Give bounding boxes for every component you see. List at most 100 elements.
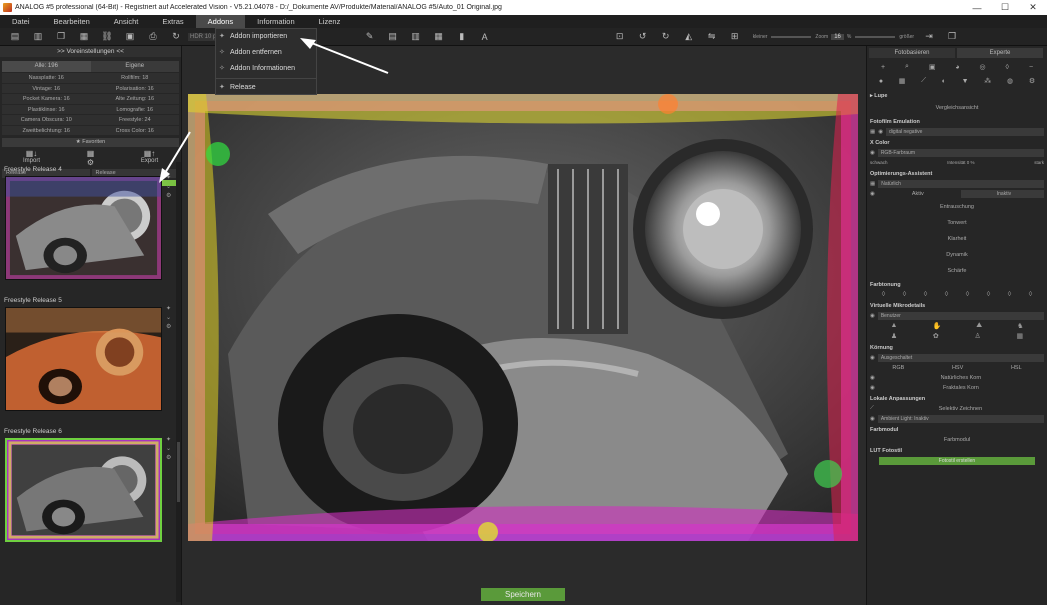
window-icon[interactable]: ❐ (944, 30, 960, 44)
stack-icon[interactable]: ▤ (385, 30, 401, 44)
sphere-icon[interactable]: ● (879, 78, 883, 85)
color-wheel-icon[interactable]: ◐ (942, 78, 946, 85)
menu-extras[interactable]: Extras (150, 15, 195, 28)
eye-icon[interactable]: ◉ (870, 375, 875, 381)
batch-icon[interactable]: ▦ (76, 30, 92, 44)
natural-grain-label[interactable]: Natürliches Korn (878, 375, 1044, 381)
thumbnail-item[interactable]: Freestyle Release 5 ✦ ⌄ ⚙ (0, 293, 176, 424)
tab-experte[interactable]: Experte (957, 48, 1043, 58)
preset-category[interactable]: Rollfilm: 18 (90, 73, 179, 84)
preset-category[interactable]: Pocket Kamera: 16 (2, 94, 91, 105)
compare-view-button[interactable]: Vergleichsansicht (867, 100, 1047, 116)
opt-tone[interactable]: Tonwert (867, 215, 1047, 231)
settings-icon[interactable]: ⚙ (1029, 77, 1035, 85)
hand-icon[interactable]: ✋ (932, 322, 941, 330)
thumbnail-scrollbar[interactable] (176, 162, 181, 602)
animal-icon[interactable]: ♞ (1017, 322, 1023, 330)
film-icon[interactable]: ▦ (899, 77, 906, 85)
thumbnail-item-selected[interactable]: Freestyle Release 6 ✦ ⌄ ⚙ (0, 424, 176, 555)
grid-icon[interactable]: ▦ (431, 30, 447, 44)
tab-own[interactable]: Eigene (90, 61, 179, 72)
tab-fotobasieren[interactable]: Fotobasieren (869, 48, 955, 58)
brush-icon[interactable]: ✎ (362, 30, 378, 44)
menu-item-release[interactable]: ✦ Release (216, 80, 316, 96)
save-button[interactable]: Speichern (481, 588, 565, 601)
person-icon[interactable]: ♙ (974, 332, 980, 340)
save-icon[interactable]: ▣ (122, 30, 138, 44)
menu-item-addon-info[interactable]: ✧ Addon Informationen (216, 61, 316, 77)
flip-icon[interactable]: ◭ (681, 30, 697, 44)
farbmodul-button[interactable]: Farbmodul (870, 437, 1044, 443)
preset-category[interactable]: Freestyle: 24 (90, 115, 179, 126)
main-photo[interactable] (188, 94, 858, 541)
drop-icon[interactable]: ◊ (903, 291, 906, 298)
eye-icon[interactable]: ◉ (870, 191, 875, 197)
eye-icon[interactable]: ◉ (870, 313, 875, 319)
opt-clarity[interactable]: Klarheit (867, 231, 1047, 247)
text-icon[interactable]: A (477, 30, 493, 44)
thumbnail-actions[interactable]: ✦ ⌄ ⚙ (166, 436, 171, 463)
export-icon[interactable]: ⇥ (921, 30, 937, 44)
drop-icon[interactable]: ◊ (1006, 64, 1009, 71)
layers-icon[interactable]: ▥ (408, 30, 424, 44)
selective-draw-label[interactable]: Selektiv Zeichnen (877, 406, 1044, 412)
node-icon[interactable]: ⁂ (984, 77, 991, 85)
opt-dynamics[interactable]: Dynamik (867, 247, 1047, 263)
ambient-select[interactable]: Ambient Light: Inaktiv (877, 414, 1044, 423)
grain-rgb[interactable]: RGB (892, 365, 904, 371)
open-file-icon[interactable]: ▥ (30, 30, 46, 44)
close-button[interactable]: ✕ (1019, 2, 1047, 13)
eye-icon[interactable]: ◉ (870, 416, 875, 422)
preset-category[interactable]: Alte Zeitung: 16 (90, 94, 179, 105)
drop-icon[interactable]: ◊ (924, 291, 927, 298)
menu-bearbeiten[interactable]: Bearbeiten (42, 15, 102, 28)
maximize-button[interactable]: ☐ (991, 2, 1019, 13)
preset-category[interactable]: Vintage: 16 (2, 83, 91, 94)
tone-icon[interactable]: ◎ (980, 63, 986, 71)
menu-item-addon-import[interactable]: ✦ Addon importieren (216, 29, 316, 45)
link-icon[interactable]: ⛓ (99, 30, 115, 44)
fit-icon[interactable]: ⊞ (727, 30, 743, 44)
zoom-slider-left[interactable] (771, 35, 812, 38)
eye-icon[interactable]: ◉ (870, 355, 875, 361)
brush-icon[interactable]: ⟋ (921, 77, 926, 85)
preset-category[interactable]: Lomografie: 16 (90, 104, 179, 115)
menu-lizenz[interactable]: Lizenz (307, 15, 353, 28)
flower-icon[interactable]: ✿ (933, 332, 939, 340)
zoom-slider-right[interactable] (855, 35, 896, 38)
print-icon[interactable]: ⎙ (145, 30, 161, 44)
magnify-icon[interactable]: ⌕ (905, 63, 909, 71)
add-icon[interactable]: + (881, 64, 885, 71)
car-icon[interactable]: ▲ (891, 322, 898, 330)
menu-item-addon-remove[interactable]: ✧ Addon entfernen (216, 45, 316, 61)
kornung-select[interactable]: Ausgeschaltet (877, 353, 1044, 362)
menu-datei[interactable]: Datei (0, 15, 42, 28)
virtuelle-select[interactable]: Benutzer (877, 311, 1044, 320)
drop-icon[interactable]: ◊ (882, 291, 885, 298)
drop-icon[interactable]: ◊ (1029, 291, 1032, 298)
brush-icon[interactable]: ⟋ (870, 405, 874, 412)
favorites-button[interactable]: ★ Favoriten (2, 138, 179, 147)
menu-ansicht[interactable]: Ansicht (102, 15, 151, 28)
menu-addons[interactable]: Addons (195, 15, 246, 28)
thumbnail-actions[interactable]: ✦ ⌄ ⚙ (166, 174, 171, 201)
mountain-icon[interactable]: ⛰ (976, 322, 982, 330)
preset-category[interactable]: Camera Obscura: 10 (2, 115, 91, 126)
preset-category[interactable]: Plastiklinse: 16 (2, 104, 91, 115)
drop-icon[interactable]: ◊ (987, 291, 990, 298)
opt-denoise[interactable]: Entrauschung (867, 199, 1047, 215)
minus-icon[interactable]: − (1029, 64, 1033, 71)
scrollbar-thumb[interactable] (177, 442, 180, 502)
zoom-value[interactable]: 16 (831, 33, 844, 40)
trash-icon[interactable]: ▮ (454, 30, 470, 44)
optim-active[interactable]: Aktiv (878, 191, 958, 197)
drop-icon[interactable]: ◊ (1008, 291, 1011, 298)
tab-all[interactable]: Alle: 196 (2, 61, 91, 72)
xcolor-select[interactable]: RGB-Farbraum (877, 148, 1044, 157)
people-icon[interactable]: ♟ (891, 332, 897, 340)
thumbnail-item[interactable]: Freestyle Release 4 ✦ ⌄ ⚙ (0, 162, 176, 293)
rotate-right-icon[interactable]: ↻ (658, 30, 674, 44)
optim-inactive[interactable]: Inaktiv (960, 189, 1044, 198)
camera-icon[interactable]: ▣ (929, 63, 936, 71)
grain-hsv[interactable]: HSV (952, 365, 963, 371)
